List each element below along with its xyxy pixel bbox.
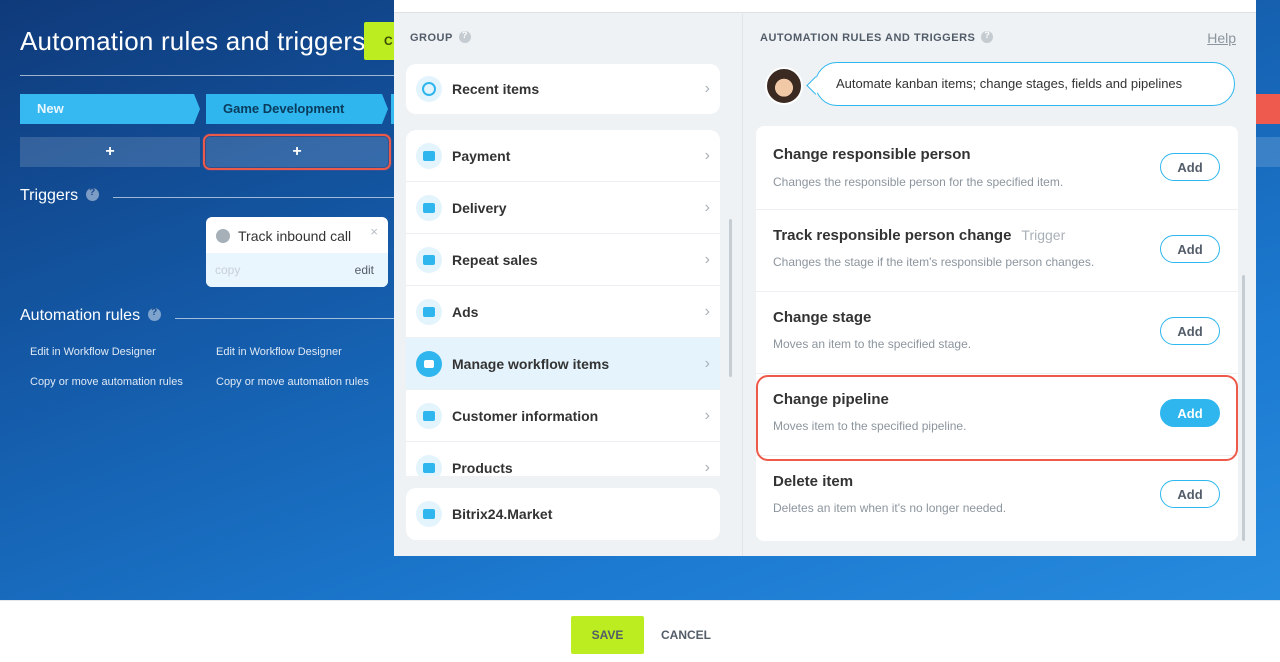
group-list-scrollbar[interactable] — [729, 219, 732, 377]
stage-game-development[interactable]: Game Development — [206, 94, 388, 124]
truck-icon — [416, 195, 442, 221]
help-link[interactable]: Help — [1207, 30, 1236, 46]
copy-link[interactable]: copy — [215, 263, 240, 277]
help-icon[interactable] — [86, 187, 100, 201]
chevron-right-icon: › — [704, 303, 710, 320]
group-item-repeat-sales[interactable]: Repeat sales › — [406, 234, 720, 286]
trigger-card-title: Track inbound call — [206, 217, 388, 253]
rule-description: Changes the stage if the item's responsi… — [773, 255, 1095, 269]
rule-description: Moves an item to the specified stage. — [773, 337, 972, 351]
market-bag-icon — [416, 501, 442, 527]
copy-move-rules-link[interactable]: Copy or move automation rules — [30, 376, 183, 388]
chevron-right-icon: › — [704, 199, 710, 216]
phone-icon — [216, 229, 230, 243]
group-item-payment[interactable]: Payment › — [406, 130, 720, 182]
triggers-label: Triggers — [20, 187, 100, 205]
add-button[interactable]: Add — [1160, 235, 1220, 263]
rule-change-responsible-person: Change responsible person Changes the re… — [756, 129, 1238, 210]
group-item-delivery[interactable]: Delivery › — [406, 182, 720, 234]
edit-in-designer-link[interactable]: Edit in Workflow Designer — [30, 346, 156, 358]
rule-title: Track responsible person change Trigger — [773, 227, 1066, 244]
rule-description: Deletes an item when it's no longer need… — [773, 501, 1007, 515]
stage-partial — [1256, 94, 1280, 124]
trigger-card-actions: copy edit — [206, 253, 388, 287]
register-icon — [416, 247, 442, 273]
hint-bubble: Automate kanban items; change stages, fi… — [815, 62, 1235, 106]
trigger-card[interactable]: Track inbound call × copy edit — [206, 217, 388, 287]
title-divider — [20, 75, 400, 76]
avatar — [765, 67, 803, 105]
help-icon[interactable] — [458, 30, 471, 43]
rule-track-responsible-person-change: Track responsible person change Trigger C… — [756, 211, 1238, 292]
group-item-customer-information[interactable]: Customer information › — [406, 390, 720, 442]
megaphone-icon — [416, 299, 442, 325]
rule-change-stage: Change stage Moves an item to the specif… — [756, 293, 1238, 374]
background-right-edge — [1256, 94, 1280, 169]
bitrix24-market[interactable]: Bitrix24.Market — [406, 488, 720, 540]
save-button[interactable]: SAVE — [571, 616, 644, 654]
automation-popup: GROUP Recent items › Payment › Delivery … — [394, 0, 1256, 556]
chevron-right-icon: › — [704, 459, 710, 476]
triggers-divider — [113, 197, 400, 198]
rules-column: AUTOMATION RULES AND TRIGGERS Help Autom… — [742, 14, 1256, 556]
group-item-manage-workflow-items[interactable]: Manage workflow items › — [406, 338, 720, 390]
close-icon[interactable]: × — [370, 224, 378, 239]
rule-title: Delete item — [773, 473, 854, 490]
chevron-right-icon: › — [704, 251, 710, 268]
rules-list: Change responsible person Changes the re… — [756, 126, 1238, 541]
funnel-icon — [416, 351, 442, 377]
group-header: GROUP — [410, 30, 471, 44]
add-button[interactable]: Add — [1160, 480, 1220, 508]
copy-move-rules-link[interactable]: Copy or move automation rules — [216, 376, 369, 388]
rule-title: Change responsible person — [773, 146, 971, 163]
page-title: Automation rules and triggers — [20, 26, 366, 56]
rule-description: Changes the responsible person for the s… — [773, 175, 1064, 189]
rules-header: AUTOMATION RULES AND TRIGGERS — [760, 30, 994, 44]
add-rule-button-new[interactable]: + — [20, 137, 200, 167]
group-column: GROUP Recent items › Payment › Delivery … — [394, 14, 742, 556]
group-item-products[interactable]: Products › — [406, 442, 720, 476]
chevron-right-icon: › — [704, 147, 710, 164]
trigger-tag: Trigger — [1021, 227, 1066, 243]
rules-list-scrollbar[interactable] — [1242, 275, 1245, 541]
history-icon — [416, 76, 442, 102]
help-icon[interactable] — [981, 30, 994, 43]
cart-icon — [416, 455, 442, 476]
chevron-right-icon: › — [704, 80, 710, 97]
group-item-ads[interactable]: Ads › — [406, 286, 720, 338]
rule-title: Change stage — [773, 309, 872, 326]
add-rule-partial — [1256, 137, 1280, 167]
stage-new[interactable]: New — [20, 94, 200, 124]
wallet-icon — [416, 143, 442, 169]
add-button[interactable]: Add — [1160, 153, 1220, 181]
automation-rules-label: Automation rules — [20, 307, 162, 325]
cancel-button[interactable]: CANCEL — [661, 628, 711, 642]
help-icon[interactable] — [148, 307, 162, 321]
footer-bar: SAVE CANCEL — [0, 600, 1280, 662]
edit-link[interactable]: edit — [355, 253, 374, 287]
chevron-right-icon: › — [704, 407, 710, 424]
chevron-right-icon: › — [704, 355, 710, 372]
popup-top-bar — [394, 0, 1256, 13]
contact-card-icon — [416, 403, 442, 429]
add-rule-button-game-development[interactable]: + — [203, 134, 391, 170]
group-list: Payment › Delivery › Repeat sales › Ads … — [406, 130, 720, 476]
rule-delete-item: Delete item Deletes an item when it's no… — [756, 457, 1238, 538]
add-button[interactable]: Add — [1160, 317, 1220, 345]
recent-items[interactable]: Recent items › — [406, 64, 720, 114]
change-pipeline-highlight — [756, 375, 1238, 461]
automation-rules-divider — [175, 318, 400, 319]
edit-in-designer-link[interactable]: Edit in Workflow Designer — [216, 346, 342, 358]
